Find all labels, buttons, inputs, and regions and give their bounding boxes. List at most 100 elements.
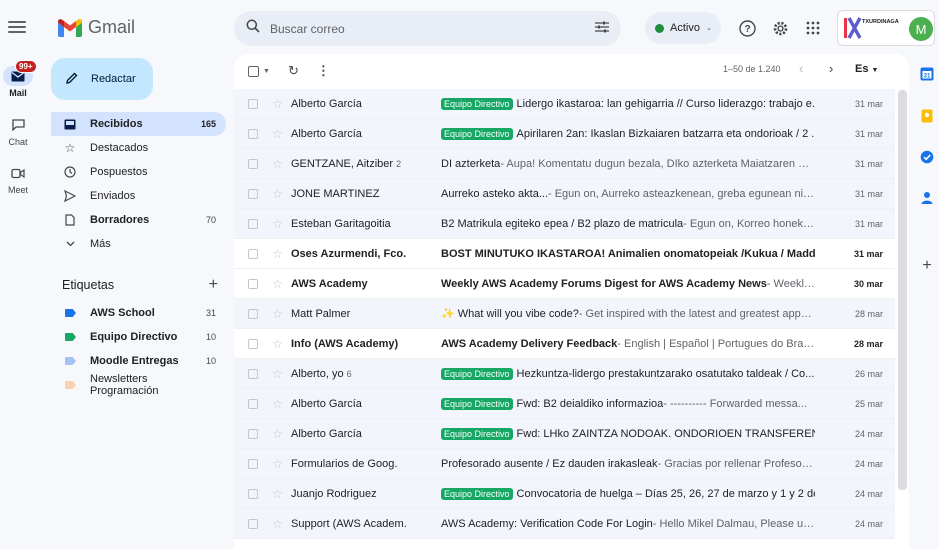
star-icon[interactable]: ☆ bbox=[272, 397, 283, 411]
email-row[interactable]: ☆ Esteban Garitagoitia B2 Matrikula egitek… bbox=[234, 209, 895, 239]
rail-item-meet[interactable]: Meet bbox=[0, 163, 36, 195]
label-chip: Equipo Directivo bbox=[441, 97, 513, 110]
email-sender: Alberto García bbox=[291, 398, 429, 410]
label-item-equipo-directivo[interactable]: Equipo Directivo 10 bbox=[51, 325, 226, 349]
status-dropdown[interactable]: Activo ⌄ bbox=[645, 12, 721, 44]
sender-name: Esteban Garitagoitia bbox=[291, 217, 391, 230]
nav-item-sent[interactable]: Enviados bbox=[51, 184, 226, 208]
star-icon[interactable]: ☆ bbox=[272, 517, 283, 531]
email-sender: Juanjo Rodriguez bbox=[291, 488, 429, 500]
star-icon[interactable]: ☆ bbox=[272, 277, 283, 291]
more-vertical-icon[interactable]: ⋮ bbox=[317, 63, 330, 79]
select-menu-chevron-icon[interactable]: ▼ bbox=[263, 68, 270, 75]
star-icon[interactable]: ☆ bbox=[272, 487, 283, 501]
calendar-icon[interactable]: 31 bbox=[920, 67, 934, 81]
settings-gear-icon[interactable] bbox=[770, 18, 790, 38]
email-subject: DI azterketa bbox=[441, 157, 501, 170]
row-checkbox[interactable] bbox=[248, 248, 258, 259]
email-row[interactable]: ☆ Support (AWS Academ. AWS Academy: Verifi… bbox=[234, 509, 895, 539]
row-checkbox[interactable] bbox=[248, 458, 258, 469]
account-avatar[interactable]: M bbox=[909, 17, 933, 41]
label-item-moodle-entregas[interactable]: Moodle Entregas 10 bbox=[51, 349, 226, 373]
email-row[interactable]: ☆ Oses Azurmendi, Fco. BOST MINUTUKO IKAST… bbox=[234, 239, 895, 269]
label-name: Equipo Directivo bbox=[90, 331, 178, 343]
search-input[interactable] bbox=[270, 21, 595, 36]
label-item-newsletters[interactable]: Newsletters Programación bbox=[51, 373, 226, 397]
row-checkbox[interactable] bbox=[248, 158, 258, 169]
next-page-chevron-icon[interactable]: › bbox=[829, 61, 833, 76]
help-icon[interactable]: ? bbox=[737, 18, 757, 38]
email-date: 26 mar bbox=[854, 368, 883, 379]
row-checkbox[interactable] bbox=[248, 128, 258, 139]
add-addon-plus-icon[interactable]: + bbox=[920, 257, 934, 274]
rail-item-chat[interactable]: Chat bbox=[0, 115, 36, 147]
star-icon[interactable]: ☆ bbox=[272, 187, 283, 201]
prev-page-chevron-icon[interactable]: ‹ bbox=[799, 61, 803, 76]
rail-item-mail[interactable]: 99+ Mail bbox=[0, 60, 37, 98]
nav-item-snoozed[interactable]: Pospuestos bbox=[51, 160, 226, 184]
email-list: ☆ Alberto García Equipo Directivo Lidergo i… bbox=[234, 89, 895, 539]
email-row[interactable]: ☆ GENTZANE, Aitziber 2 DI azterketa - Aupa!… bbox=[234, 149, 895, 179]
gmail-logo[interactable]: Gmail bbox=[58, 17, 135, 38]
nav-label: Recibidos bbox=[90, 118, 143, 130]
row-checkbox[interactable] bbox=[248, 308, 258, 319]
row-checkbox[interactable] bbox=[248, 488, 258, 499]
email-row[interactable]: ☆ Formularios de Goog. Profesorado ausente… bbox=[234, 449, 895, 479]
email-row[interactable]: ☆ Alberto García Equipo Directivo Fwd: B2 d… bbox=[234, 389, 895, 419]
select-all-checkbox[interactable] bbox=[248, 65, 259, 77]
email-row[interactable]: ☆ Alberto García Equipo Directivo Fwd: LHko… bbox=[234, 419, 895, 449]
label-chip: Equipo Directivo bbox=[441, 427, 513, 440]
email-subject: Convocatoria de huelga – Días 25, 26, 27… bbox=[516, 487, 815, 500]
scrollbar-thumb[interactable] bbox=[898, 90, 907, 490]
keep-icon[interactable] bbox=[920, 109, 934, 123]
add-label-button[interactable]: + bbox=[209, 276, 218, 294]
star-icon[interactable]: ☆ bbox=[272, 247, 283, 261]
star-icon[interactable]: ☆ bbox=[272, 217, 283, 231]
row-checkbox[interactable] bbox=[248, 518, 258, 529]
email-row[interactable]: ☆ JONE MARTINEZ Aurreko asteko akta... - E… bbox=[234, 179, 895, 209]
row-checkbox[interactable] bbox=[248, 98, 258, 109]
row-checkbox[interactable] bbox=[248, 278, 258, 289]
search-options-icon[interactable] bbox=[595, 20, 609, 38]
row-checkbox[interactable] bbox=[248, 428, 258, 439]
apps-grid-icon[interactable] bbox=[803, 18, 823, 38]
search-icon[interactable] bbox=[246, 19, 260, 38]
nav-item-starred[interactable]: ☆ Destacados bbox=[51, 136, 226, 160]
contacts-icon[interactable] bbox=[920, 191, 934, 205]
refresh-icon[interactable]: ↻ bbox=[288, 63, 299, 79]
email-row[interactable]: ☆ Info (AWS Academy) AWS Academy Delivery … bbox=[234, 329, 895, 359]
row-checkbox[interactable] bbox=[248, 218, 258, 229]
input-language-selector[interactable]: Es ▼ bbox=[855, 63, 878, 75]
email-row[interactable]: ☆ Alberto, yo 6 Equipo Directivo Hezkuntza-l… bbox=[234, 359, 895, 389]
star-icon[interactable]: ☆ bbox=[272, 457, 283, 471]
compose-button[interactable]: Redactar bbox=[51, 58, 153, 100]
email-row[interactable]: ☆ Matt Palmer ✨ What will you vibe code? -… bbox=[234, 299, 895, 329]
star-icon[interactable]: ☆ bbox=[272, 337, 283, 351]
row-checkbox[interactable] bbox=[248, 338, 258, 349]
star-icon[interactable]: ☆ bbox=[272, 127, 283, 141]
nav-item-more[interactable]: Más bbox=[51, 232, 226, 256]
input-language-label: Es bbox=[855, 63, 869, 75]
star-icon[interactable]: ☆ bbox=[272, 157, 283, 171]
label-chip: Equipo Directivo bbox=[441, 367, 513, 380]
label-name: Newsletters Programación bbox=[90, 373, 159, 397]
nav-item-drafts[interactable]: Borradores 70 bbox=[51, 208, 226, 232]
star-icon[interactable]: ☆ bbox=[272, 427, 283, 441]
email-content: Equipo Directivo Lidergo ikastaroa: lan g… bbox=[441, 97, 815, 110]
row-checkbox[interactable] bbox=[248, 368, 258, 379]
star-icon[interactable]: ☆ bbox=[272, 307, 283, 321]
tasks-icon[interactable] bbox=[920, 150, 934, 164]
email-date: 31 mar bbox=[854, 158, 883, 169]
main-menu-button[interactable] bbox=[8, 18, 26, 36]
star-icon[interactable]: ☆ bbox=[272, 97, 283, 111]
row-checkbox[interactable] bbox=[248, 398, 258, 409]
nav-item-inbox[interactable]: Recibidos 165 bbox=[51, 112, 226, 136]
email-row[interactable]: ☆ Alberto García Equipo Directivo Apirilare… bbox=[234, 119, 895, 149]
label-item-aws-school[interactable]: AWS School 31 bbox=[51, 301, 226, 325]
email-row[interactable]: ☆ Alberto García Equipo Directivo Lidergo i… bbox=[234, 89, 895, 119]
email-row[interactable]: ☆ Juanjo Rodriguez Equipo Directivo Convoca… bbox=[234, 479, 895, 509]
email-row[interactable]: ☆ AWS Academy Weekly AWS Academy Forums Di… bbox=[234, 269, 895, 299]
row-checkbox[interactable] bbox=[248, 188, 258, 199]
star-icon[interactable]: ☆ bbox=[272, 367, 283, 381]
folder-nav: Recibidos 165 ☆ Destacados Pospuestos En… bbox=[51, 112, 226, 256]
